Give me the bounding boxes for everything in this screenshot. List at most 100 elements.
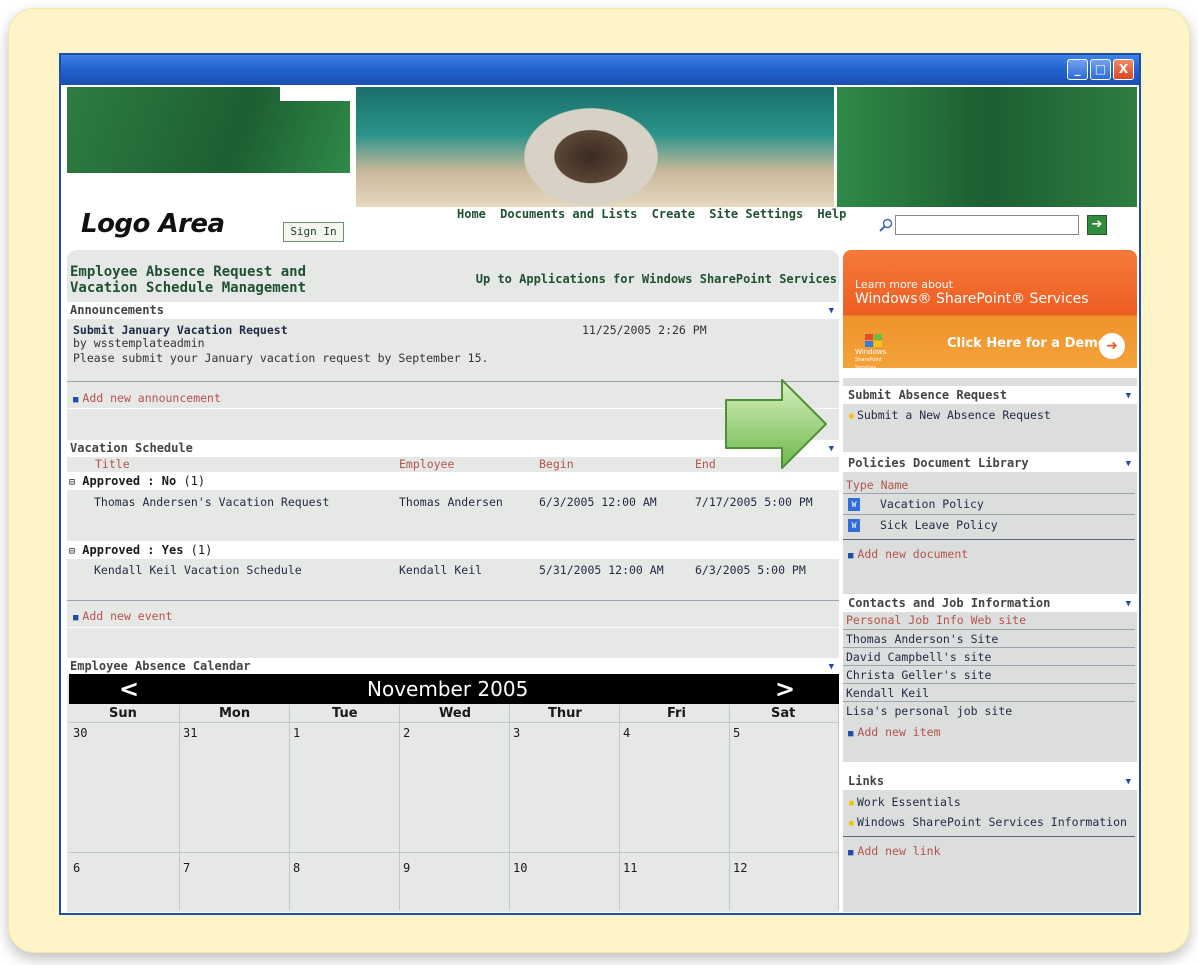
dow-sat: Sat [771,706,796,721]
vacation-row-title[interactable]: Thomas Andersen's Vacation Request [94,495,329,509]
document-row[interactable]: W Sick Leave Policy [848,518,998,532]
vacation-row-employee: Kendall Keil [399,563,483,577]
dow-wed: Wed [439,706,471,721]
col-end[interactable]: End [695,457,716,471]
chevron-down-icon[interactable]: ▼ [1126,387,1131,405]
chevron-down-icon[interactable]: ▼ [829,441,834,458]
calendar-day[interactable]: 1 [293,726,300,740]
col-begin[interactable]: Begin [539,457,574,471]
windows-logo-icon: Windows SharePoint Services [855,334,893,371]
header-banner [67,87,1137,207]
links-header: Links ▼ [843,772,1137,790]
close-button[interactable]: X [1113,59,1134,80]
dow-tue: Tue [332,706,358,721]
calendar-day[interactable]: 11 [623,861,637,875]
submit-new-absence-link[interactable]: ▪ Submit a New Absence Request [848,408,1051,422]
top-nav: Home Documents and Lists Create Site Set… [457,207,853,221]
links-panel [843,772,1137,912]
add-event-link[interactable]: ■ Add new event [73,609,172,623]
page-title: Employee Absence Request and Vacation Sc… [70,264,307,296]
promo-learn-more: Learn more about [855,278,953,291]
announcements-header: Announcements ▼ [67,302,839,319]
sign-in-button[interactable]: Sign In [283,222,344,242]
calendar-day[interactable]: 12 [733,861,747,875]
contact-item[interactable]: Personal Job Info Web site [846,613,1026,627]
sharepoint-promo-banner[interactable]: Learn more about Windows® SharePoint® Se… [843,250,1137,371]
calendar-day[interactable]: 30 [73,726,87,740]
calendar-day[interactable]: 9 [403,861,410,875]
announcement-author: by wsstemplateadmin [73,336,205,350]
calendar-day[interactable]: 4 [623,726,630,740]
group-approved-no[interactable]: ⊟ Approved : No (1) [67,472,839,490]
add-icon: ■ [73,395,79,405]
maximize-button[interactable]: □ [1090,59,1111,80]
word-doc-icon: W [848,498,860,511]
vacation-row-title[interactable]: Kendall Keil Vacation Schedule [94,563,302,577]
policies-header: Policies Document Library ▼ [843,454,1137,472]
dow-mon: Mon [219,706,251,721]
submit-absence-header: Submit Absence Request ▼ [843,386,1137,404]
add-document-link[interactable]: ■ Add new document [848,547,968,561]
green-arrow-icon [725,379,827,469]
contact-item[interactable]: Lisa's personal job site [846,704,1012,718]
group-approved-yes[interactable]: ⊟ Approved : Yes (1) [67,541,839,559]
chevron-down-icon[interactable]: ▼ [1126,455,1131,473]
play-icon[interactable]: ➜ [1099,333,1125,359]
link-item[interactable]: ▪ Work Essentials [848,795,961,809]
calendar-header: Employee Absence Calendar ▼ [67,658,839,675]
col-employee[interactable]: Employee [399,457,454,471]
nav-documents-and-lists[interactable]: Documents and Lists [500,207,637,221]
col-title[interactable]: Title [95,457,130,471]
dow-sun: Sun [109,706,137,721]
add-announcement-link[interactable]: ■ Add new announcement [73,391,221,405]
contact-item[interactable]: Christa Geller's site [846,668,991,682]
chevron-down-icon[interactable]: ▼ [829,303,834,320]
calendar-month: November 2005 [367,677,529,701]
prev-month-button[interactable]: < [119,674,139,704]
link-item[interactable]: ▪ Windows SharePoint Services Information [848,815,1127,829]
nav-help[interactable]: Help [817,207,846,221]
vacation-row-end: 6/3/2005 5:00 PM [695,563,806,577]
calendar-nav-bar: < November 2005 > [69,674,839,704]
banner-green-left [67,87,350,173]
calendar-day[interactable]: 10 [513,861,527,875]
announcement-body: Please submit your January vacation requ… [73,351,489,365]
nav-home[interactable]: Home [457,207,486,221]
calendar-day[interactable]: 2 [403,726,410,740]
announcement-title[interactable]: Submit January Vacation Request [73,323,288,337]
calendar-day[interactable]: 31 [183,726,197,740]
vacation-row-employee: Thomas Andersen [399,495,503,509]
contact-item[interactable]: Thomas Anderson's Site [846,632,998,646]
banner-green-right [837,87,1137,207]
banner-photo [356,87,834,207]
logo: Logo Area [81,209,225,239]
document-row[interactable]: W Vacation Policy [848,497,984,511]
right-column: Learn more about Windows® SharePoint® Se… [843,250,1137,912]
contact-item[interactable]: Kendall Keil [846,686,929,700]
policies-col-header[interactable]: Type Name [846,478,908,492]
contacts-header: Contacts and Job Information ▼ [843,594,1137,612]
contact-item[interactable]: David Campbell's site [846,650,991,664]
calendar-day[interactable]: 3 [513,726,520,740]
search-go-button[interactable]: ➔ [1087,215,1107,235]
vacation-row-end: 7/17/2005 5:00 PM [695,495,813,509]
calendar-day[interactable]: 8 [293,861,300,875]
vacation-row-begin: 6/3/2005 12:00 AM [539,495,657,509]
up-to-applications-link[interactable]: Up to Applications for Windows SharePoin… [476,272,837,286]
minimize-button[interactable]: _ [1067,59,1088,80]
next-month-button[interactable]: > [775,674,795,704]
demo-link[interactable]: Click Here for a Demo [947,336,1107,351]
calendar-day[interactable]: 6 [73,861,80,875]
nav-create[interactable]: Create [652,207,695,221]
calendar-day[interactable]: 7 [183,861,190,875]
browser-window: _ □ X Logo Area Sign In Home Documents a… [59,53,1141,915]
vacation-row-begin: 5/31/2005 12:00 AM [539,563,664,577]
nav-site-settings[interactable]: Site Settings [709,207,803,221]
search-input[interactable] [895,215,1079,235]
add-contact-item-link[interactable]: ■ Add new item [848,725,941,739]
chevron-down-icon[interactable]: ▼ [1126,595,1131,613]
add-link-link[interactable]: ■ Add new link [848,844,941,858]
chevron-down-icon[interactable]: ▼ [1126,773,1131,791]
calendar-day[interactable]: 5 [733,726,740,740]
dow-fri: Fri [667,706,686,721]
